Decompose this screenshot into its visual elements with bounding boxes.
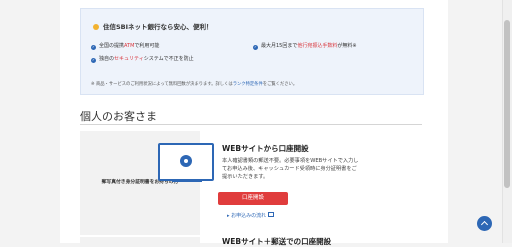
- section-divider: [80, 124, 422, 125]
- check-icon: ✓: [91, 57, 96, 63]
- scrollbar-thumb[interactable]: [504, 20, 510, 188]
- application-flow-link[interactable]: ▸ お申込みの流れ: [227, 212, 275, 219]
- benefit-item-security: ✓ 独自のセキュリティシステムで不正を防止: [91, 56, 194, 63]
- benefits-box: 住信SBIネット銀行なら安心、便利！ ✓ 全国の提携ATMで利用可能 ✓ 独自のセキ…: [80, 8, 424, 95]
- web-open-title: WEBサイトから口座開設: [222, 144, 309, 153]
- lightbulb-icon: [93, 24, 99, 30]
- section-title: 個人のお客さま: [80, 110, 157, 123]
- check-icon: ✓: [253, 44, 258, 50]
- benefit-item-transfer: ✓ 最大月15回まで他行宛振込手数料が無料※: [253, 43, 357, 50]
- page-content: 住信SBIネット銀行なら安心、便利！ ✓ 全国の提携ATMで利用可能 ✓ 独自のセキ…: [60, 0, 448, 247]
- monitor-stand: [172, 180, 202, 182]
- check-icon: ✓: [91, 44, 96, 50]
- page-scrollbar[interactable]: [502, 0, 512, 243]
- benefits-note: ※ 商品・サービスのご利用状況によって無料回数が決まります。詳しくはランク特定条…: [91, 82, 298, 87]
- benefit-item-atm: ✓ 全国の提携ATMで利用可能: [91, 43, 160, 50]
- rank-conditions-link[interactable]: ランク特定条件: [233, 82, 263, 87]
- benefits-heading: 住信SBIネット銀行なら安心、便利！: [93, 21, 213, 31]
- web-open-description: 本人確認書類の郵送不要。必要事項をWEBサイトで入力してお申込み後、キャッシュカ…: [222, 158, 359, 180]
- monitor-icon: [158, 143, 214, 181]
- external-link-icon: [268, 212, 275, 217]
- open-account-button[interactable]: 口座開設: [218, 192, 288, 205]
- chevron-up-icon: [480, 220, 489, 229]
- app-logo-icon: [180, 155, 192, 167]
- row-label-cell-2: [80, 237, 200, 247]
- scroll-to-top-button[interactable]: [477, 216, 492, 231]
- web-mail-open-title: WEBサイト＋郵送での口座開設: [222, 237, 332, 246]
